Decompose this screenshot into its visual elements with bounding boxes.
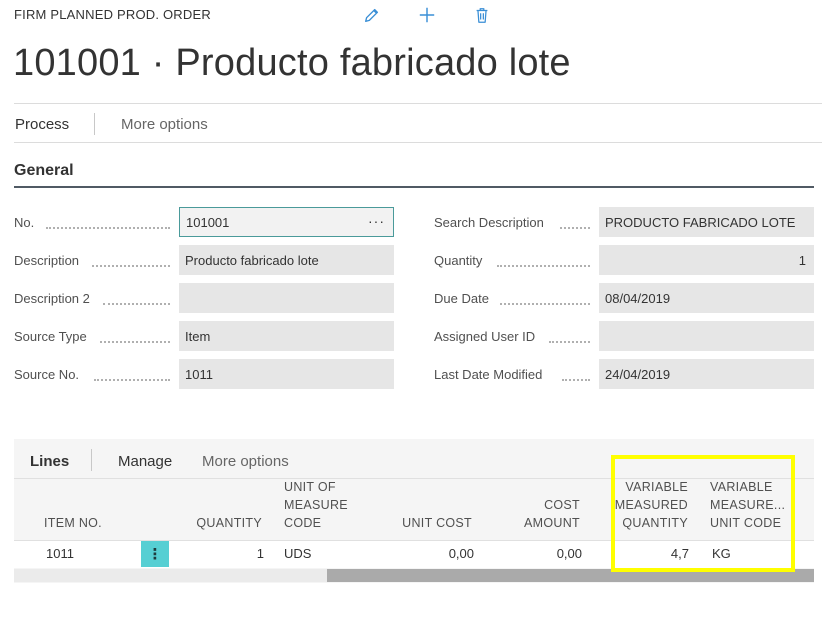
column-header-label: MEASURE bbox=[284, 498, 348, 512]
more-options-action[interactable]: More options bbox=[121, 116, 208, 133]
field-label-assigned-user-id: Assigned User ID bbox=[434, 329, 536, 344]
quantity-field[interactable]: 1 bbox=[599, 245, 814, 275]
highlight-box bbox=[611, 455, 795, 572]
field-label-quantity: Quantity bbox=[434, 253, 483, 268]
column-header-unit-cost[interactable]: UNIT COST bbox=[390, 514, 472, 532]
column-header-label: QUANTITY bbox=[196, 516, 262, 530]
process-action[interactable]: Process bbox=[15, 116, 69, 133]
no-field-value: 101001 bbox=[186, 214, 230, 230]
source-type-field[interactable]: Item bbox=[179, 321, 394, 351]
label-leader bbox=[92, 253, 170, 267]
action-bar: Process More options bbox=[14, 103, 822, 143]
label-leader bbox=[103, 291, 170, 305]
column-header-label: UNIT COST bbox=[402, 516, 472, 530]
due-date-field[interactable]: 08/04/2019 bbox=[599, 283, 814, 313]
column-header-quantity[interactable]: QUANTITY bbox=[180, 514, 262, 532]
cell-quantity[interactable]: 1 bbox=[200, 546, 264, 561]
section-divider bbox=[14, 186, 814, 188]
field-label-due-date: Due Date bbox=[434, 291, 489, 306]
row-menu-button[interactable]: ⋮ bbox=[141, 541, 169, 567]
description-field[interactable]: Producto fabricado lote bbox=[179, 245, 394, 275]
column-header-item-no[interactable]: ITEM NO. bbox=[44, 514, 102, 532]
column-header-label: ITEM NO. bbox=[44, 516, 102, 530]
field-label-search-description: Search Description bbox=[434, 215, 544, 230]
field-label-source-type: Source Type bbox=[14, 329, 87, 344]
page-title: 101001 · Producto fabricado lote bbox=[13, 42, 571, 84]
edit-icon[interactable] bbox=[362, 5, 382, 25]
lines-title[interactable]: Lines bbox=[30, 453, 69, 470]
column-header-label: AMOUNT bbox=[524, 516, 580, 530]
field-label-description: Description bbox=[14, 253, 80, 268]
label-leader bbox=[560, 215, 590, 229]
last-date-modified-field[interactable]: 24/04/2019 bbox=[599, 359, 814, 389]
cell-cost-amount[interactable]: 0,00 bbox=[500, 546, 582, 561]
label-leader bbox=[500, 291, 590, 305]
field-label-last-date-modified: Last Date Modified bbox=[434, 367, 543, 382]
manage-action[interactable]: Manage bbox=[118, 453, 172, 470]
no-field[interactable]: 101001 ··· bbox=[179, 207, 394, 237]
column-header-cost-amount[interactable]: COST AMOUNT bbox=[500, 496, 580, 532]
field-label-source-no: Source No. bbox=[14, 367, 80, 382]
lookup-ellipsis-button[interactable]: ··· bbox=[368, 213, 385, 229]
column-header-label: CODE bbox=[284, 516, 322, 530]
page-caption: FIRM PLANNED PROD. ORDER bbox=[14, 7, 211, 22]
assigned-user-id-field[interactable] bbox=[599, 321, 814, 351]
label-leader bbox=[497, 253, 590, 267]
label-leader bbox=[100, 329, 170, 343]
general-section-title[interactable]: General bbox=[14, 162, 74, 180]
label-leader bbox=[46, 215, 170, 229]
cell-item-no[interactable]: 1011 bbox=[46, 546, 74, 561]
lines-separator bbox=[91, 449, 92, 471]
delete-icon[interactable] bbox=[472, 5, 492, 25]
label-leader bbox=[549, 329, 590, 343]
lines-more-options-action[interactable]: More options bbox=[202, 453, 289, 470]
action-separator bbox=[94, 113, 95, 135]
column-header-label: UNIT OF bbox=[284, 480, 336, 494]
field-label-description-2: Description 2 bbox=[14, 291, 90, 306]
add-icon[interactable] bbox=[417, 5, 437, 25]
label-leader bbox=[562, 367, 590, 381]
column-header-unit-of-measure-code[interactable]: UNIT OF MEASURE CODE bbox=[284, 478, 348, 532]
search-description-field[interactable]: PRODUCTO FABRICADO LOTE bbox=[599, 207, 814, 237]
description-2-field[interactable] bbox=[179, 283, 394, 313]
cell-unit-of-measure-code[interactable]: UDS bbox=[284, 546, 311, 561]
cell-unit-cost[interactable]: 0,00 bbox=[400, 546, 474, 561]
column-header-label: COST bbox=[544, 498, 580, 512]
field-label-no: No. bbox=[14, 215, 35, 230]
label-leader bbox=[94, 367, 170, 381]
source-no-field[interactable]: 1011 bbox=[179, 359, 394, 389]
